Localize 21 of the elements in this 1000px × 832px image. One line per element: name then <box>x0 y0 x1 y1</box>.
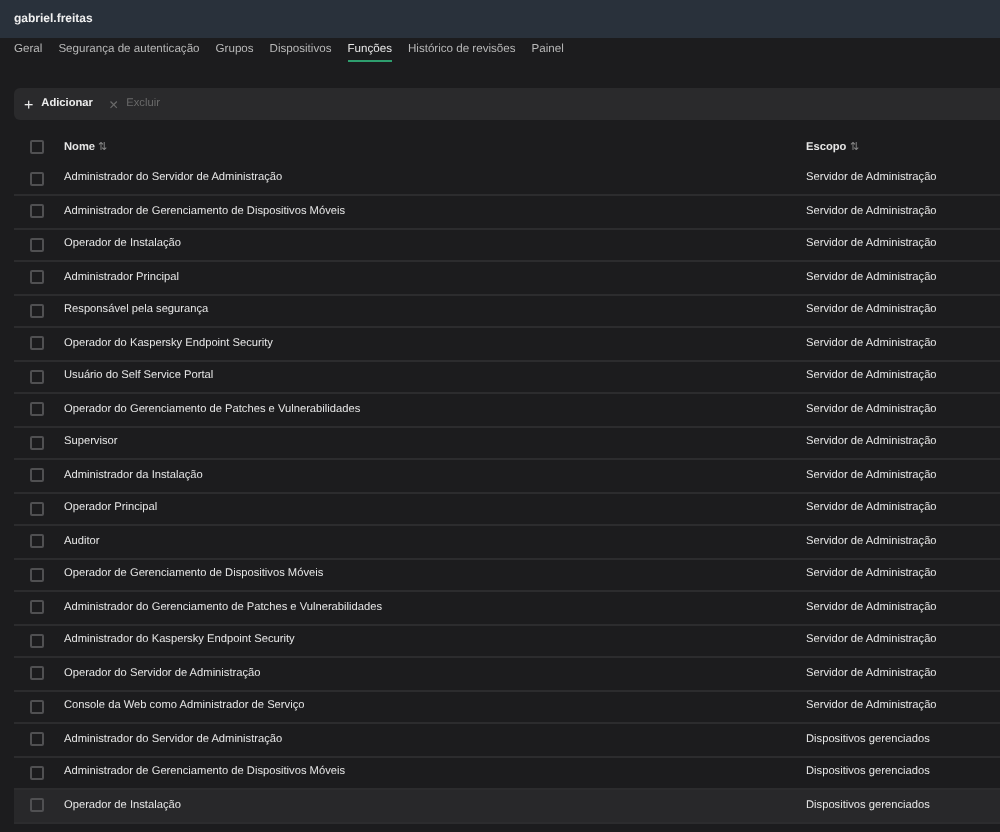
checkbox[interactable] <box>29 303 43 318</box>
checkbox[interactable] <box>29 666 43 681</box>
checkbox[interactable] <box>29 237 43 252</box>
checkbox[interactable] <box>29 765 43 780</box>
checkbox[interactable] <box>29 140 43 155</box>
checkbox[interactable] <box>29 732 43 747</box>
checkbox[interactable] <box>29 567 43 582</box>
checkbox[interactable] <box>29 369 43 384</box>
checkbox[interactable] <box>29 171 43 186</box>
checkbox[interactable] <box>29 402 43 417</box>
checkbox[interactable] <box>29 534 43 549</box>
checkbox[interactable] <box>29 468 43 483</box>
checkbox[interactable] <box>29 633 43 648</box>
checkbox[interactable] <box>29 798 43 813</box>
checkbox[interactable] <box>29 699 43 714</box>
checkbox[interactable] <box>29 435 43 450</box>
checkbox[interactable] <box>29 204 43 219</box>
checkbox[interactable] <box>29 270 43 285</box>
checkbox[interactable] <box>29 600 43 615</box>
checkbox[interactable] <box>29 336 43 351</box>
checkbox[interactable] <box>29 501 43 516</box>
